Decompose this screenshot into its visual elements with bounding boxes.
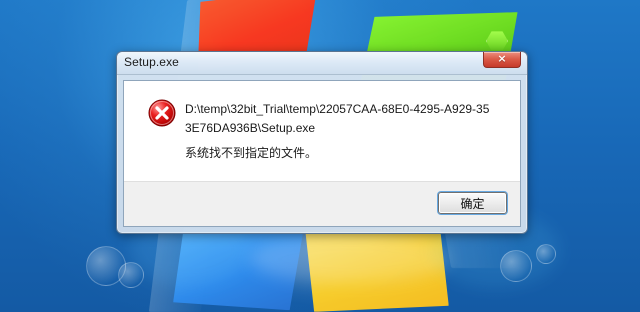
dialog-title: Setup.exe bbox=[124, 55, 179, 69]
error-dialog: Setup.exe × D:\temp\32bit_Trial\temp\220… bbox=[116, 51, 528, 234]
ok-button[interactable]: 确定 bbox=[438, 192, 507, 214]
close-button[interactable]: × bbox=[483, 52, 521, 68]
wallpaper-bubble bbox=[500, 250, 532, 282]
wallpaper-glow bbox=[250, 235, 450, 283]
dialog-content: D:\temp\32bit_Trial\temp\22057CAA-68E0-4… bbox=[123, 80, 521, 227]
dialog-message-area: D:\temp\32bit_Trial\temp\22057CAA-68E0-4… bbox=[124, 81, 520, 183]
error-icon bbox=[148, 99, 176, 127]
dialog-titlebar[interactable]: Setup.exe × bbox=[117, 52, 527, 75]
close-icon: × bbox=[497, 52, 507, 65]
error-file-path: D:\temp\32bit_Trial\temp\22057CAA-68E0-4… bbox=[185, 102, 490, 135]
error-message: 系统找不到指定的文件。 bbox=[185, 146, 318, 160]
wallpaper-bubble bbox=[536, 244, 556, 264]
wallpaper-bubble bbox=[118, 262, 144, 288]
dialog-footer: 确定 bbox=[124, 181, 520, 226]
